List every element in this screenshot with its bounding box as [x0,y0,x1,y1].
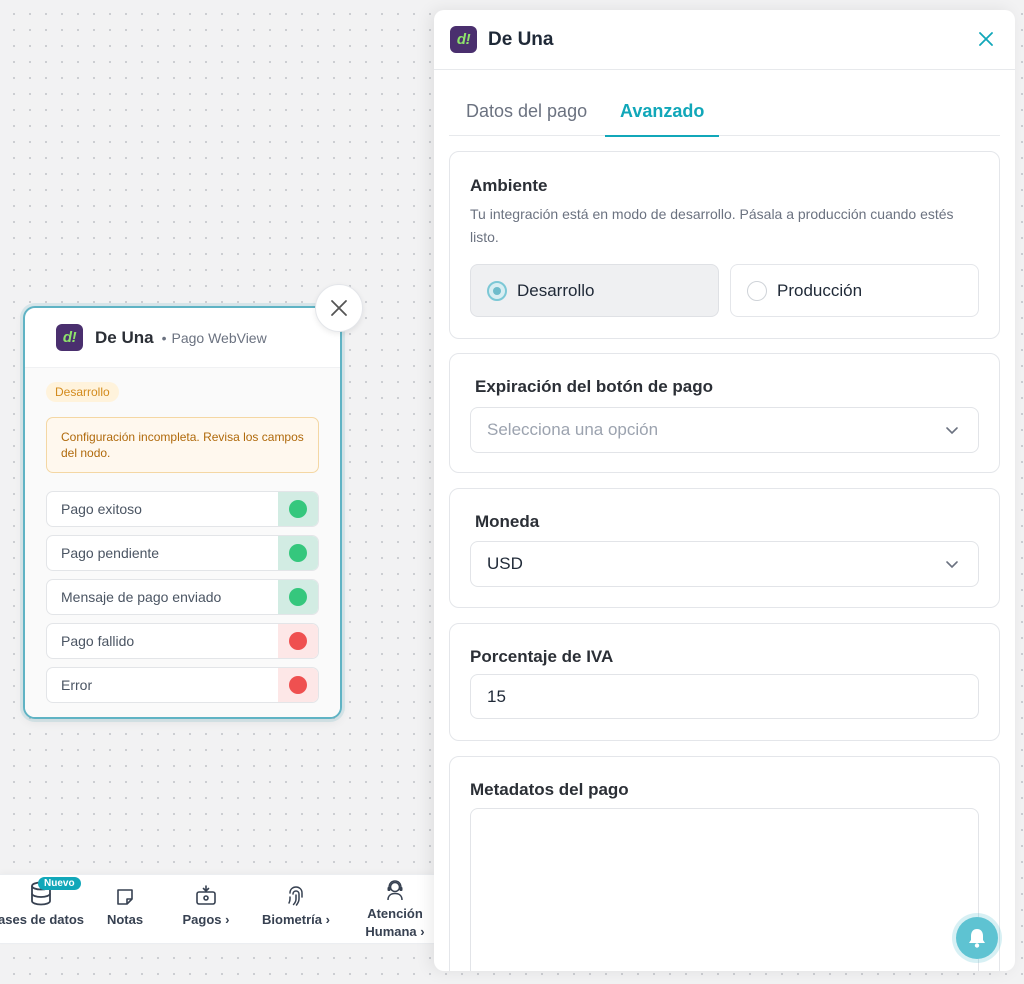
outlet-label: Pago exitoso [61,501,142,517]
success-port-dot-icon [289,500,307,518]
node-body: Desarrollo Configuración incompleta. Rev… [25,368,340,717]
expiracion-placeholder: Selecciona una opción [487,420,659,439]
moneda-value: USD [487,554,523,573]
payments-icon [196,885,216,905]
node-outlets: Pago exitoso Pago pendiente Mensaje de p… [46,491,319,703]
moneda-select[interactable]: USD [470,541,979,587]
outlet-port[interactable] [278,624,318,658]
toolbar-item-payments[interactable]: Pagos › [176,875,236,945]
outlet-port[interactable] [278,580,318,614]
radio-unchecked-icon [747,280,767,301]
radio-label: Desarrollo [517,280,595,300]
notifications-button[interactable] [956,917,998,959]
node-subtitle: Pago WebView [171,329,267,346]
radio-produccion[interactable]: Producción [730,264,979,317]
fingerprint-icon [288,886,303,906]
iva-value: 15 [487,686,506,706]
new-badge: Nuevo [38,877,81,890]
outlet-mensaje-enviado: Mensaje de pago enviado [46,579,319,615]
flow-node-card[interactable]: d! De Una • Pago WebView Desarrollo Conf… [23,306,342,719]
node-separator: • [161,329,167,346]
expiracion-section: Expiración del botón de pago Selecciona … [449,353,1000,473]
toolbar-item-label: Notas [106,912,144,927]
chevron-down-icon [946,427,958,435]
iva-title: Porcentaje de IVA [470,647,614,666]
toolbar-item-biometrics[interactable]: Biometría › [256,875,336,945]
outlet-pago-pendiente: Pago pendiente [46,535,319,571]
panel-close-button[interactable] [979,26,993,52]
chevron-down-icon [946,561,958,569]
component-toolbar: Nuevo ases de datos Notas Pagos › Biomet… [0,874,434,944]
outlet-label: Pago fallido [61,633,135,649]
node-header: d! De Una • Pago WebView [25,308,340,368]
moneda-section: Moneda USD [449,488,1000,608]
panel-tabs: Datos del pago Avanzado [449,70,1000,137]
success-port-dot-icon [289,588,307,606]
outlet-port[interactable] [278,536,318,570]
toolbar-item-label: Biometría › [262,912,330,927]
close-icon [979,32,993,46]
node-close-button[interactable] [315,284,363,332]
outlet-label: Error [61,677,93,693]
outlet-pago-fallido: Pago fallido [46,623,319,659]
toolbar-item-label: Atención [367,906,423,921]
metadatos-section: Metadatos del pago [449,756,1000,971]
outlet-port[interactable] [278,492,318,526]
tab-datos-del-pago[interactable]: Datos del pago [466,101,587,135]
node-settings-panel: d! De Una Datos del pago Avanzado Ambien… [434,10,1015,971]
radio-label: Producción [777,280,863,300]
radio-checked-icon [487,280,507,301]
close-icon [331,300,347,316]
metadatos-textarea[interactable] [470,808,979,971]
agent-icon [387,880,403,901]
note-icon [117,889,133,905]
outlet-port[interactable] [278,668,318,702]
deuna-logo: d! [56,324,83,351]
toolbar-item-label-line2: Humana › [365,924,425,939]
deuna-logo: d! [450,26,477,53]
ambiente-title: Ambiente [470,176,548,195]
moneda-title: Moneda [475,512,540,531]
panel-header: d! De Una [434,10,1015,70]
tab-avanzado[interactable]: Avanzado [605,101,720,137]
outlet-error: Error [46,667,319,703]
bell-icon [969,929,985,948]
toolbar-item-human-attention[interactable]: Atención Humana › [360,875,430,945]
outlet-pago-exitoso: Pago exitoso [46,491,319,527]
metadatos-title: Metadatos del pago [470,780,629,799]
iva-section: Porcentaje de IVA 15 [449,623,1000,741]
error-port-dot-icon [289,676,307,694]
ambiente-section: Ambiente Tu integración está en modo de … [449,151,1000,339]
error-port-dot-icon [289,632,307,650]
outlet-label: Pago pendiente [61,545,160,561]
toolbar-item-label: Pagos › [182,912,230,927]
expiracion-select[interactable]: Selecciona una opción [470,407,979,453]
panel-title: De Una [488,28,554,50]
expiracion-title: Expiración del botón de pago [475,377,714,396]
incomplete-config-warning: Configuración incompleta. Revisa los cam… [46,417,319,473]
ambiente-description: Tu integración está en modo de desarroll… [470,206,954,245]
radio-desarrollo[interactable]: Desarrollo [470,264,719,317]
iva-input[interactable]: 15 [470,674,979,719]
success-port-dot-icon [289,544,307,562]
toolbar-item-databases[interactable]: Nuevo ases de datos [0,875,86,945]
node-title: De Una [95,327,154,347]
outlet-label: Mensaje de pago enviado [61,589,222,605]
environment-badge: Desarrollo [46,382,119,402]
toolbar-item-label: ases de datos [0,912,84,927]
toolbar-item-notes[interactable]: Notas [100,875,150,945]
